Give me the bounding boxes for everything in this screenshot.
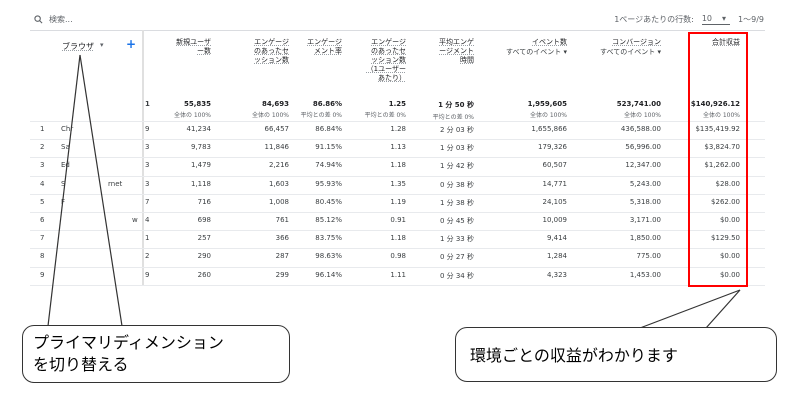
revenue-callout: 環境ごとの収益がわかります <box>455 327 777 382</box>
dimension-callout-line2: を切り替える <box>33 355 129 374</box>
revenue-callout-text: 環境ごとの収益がわかります <box>470 346 678 365</box>
dimension-callout-line1: プライマリディメンション <box>33 333 224 352</box>
dimension-callout: プライマリディメンション を切り替える <box>22 325 290 383</box>
